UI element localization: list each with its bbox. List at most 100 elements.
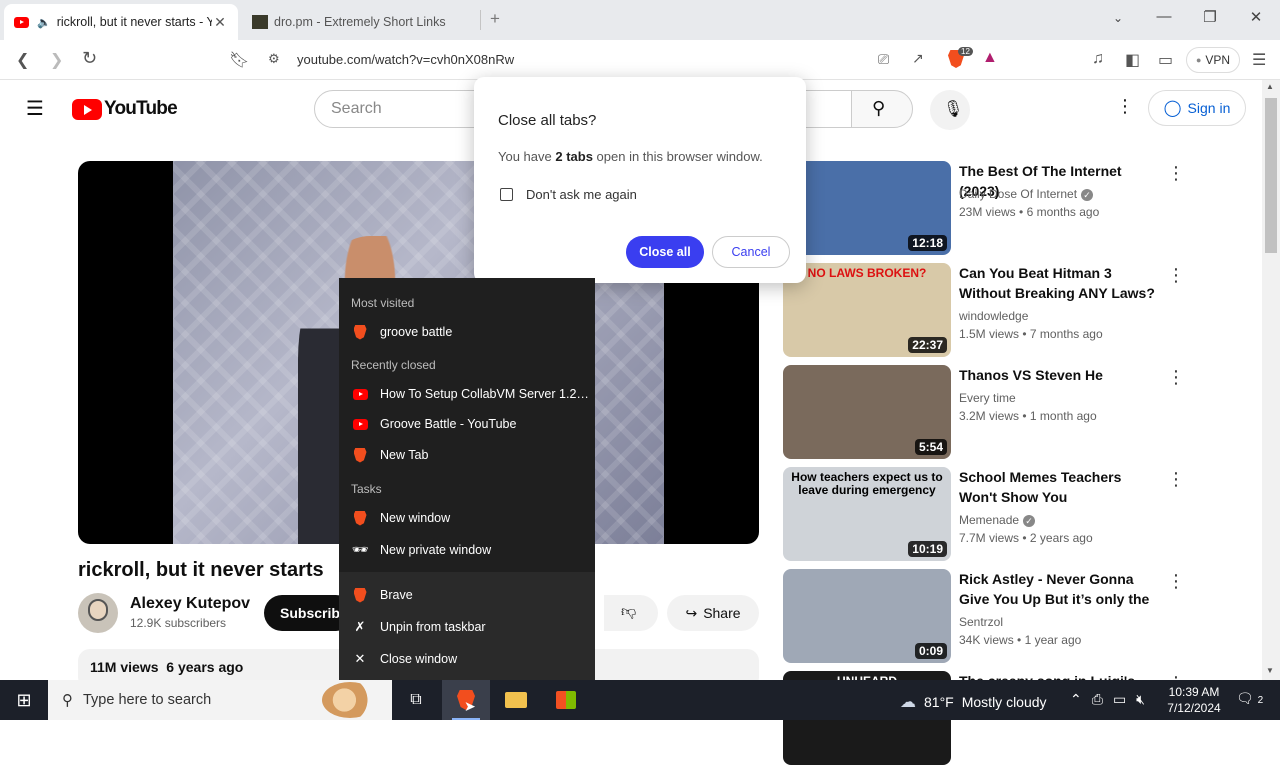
video-thumbnail[interactable]: 5:54 bbox=[783, 365, 951, 459]
app-item-label: Brave bbox=[380, 588, 413, 602]
weather-widget[interactable]: ☁ 81°F Mostly cloudy bbox=[900, 692, 1047, 712]
close-all-button[interactable]: Close all bbox=[626, 236, 704, 268]
dislike-button[interactable]: 👎︎ bbox=[604, 595, 658, 631]
volume-muted-icon[interactable]: 🔇︎ bbox=[1136, 691, 1145, 708]
close-tab-icon[interactable]: ✕ bbox=[212, 14, 228, 31]
verified-icon: ✓ bbox=[1023, 515, 1036, 527]
tab-search-chevron-icon[interactable]: ⌄ bbox=[1098, 11, 1138, 25]
recommendation-channel[interactable]: windowledge bbox=[959, 309, 1028, 323]
recommendation-card[interactable]: 5:54 Thanos VS Steven He Every time 3.2M vi… bbox=[783, 365, 1203, 461]
cancel-button[interactable]: Cancel bbox=[712, 236, 790, 268]
recommendation-card[interactable]: 12:18 The Best Of The Internet (2023) Dail… bbox=[783, 161, 1203, 257]
sign-in-button[interactable]: ◯ Sign in bbox=[1148, 90, 1246, 126]
weather-temp: 81°F bbox=[924, 694, 954, 710]
app-brave[interactable]: Brave bbox=[339, 580, 595, 610]
recommendation-title[interactable]: School Memes Teachers Won't Show You bbox=[959, 467, 1161, 507]
audio-playing-icon[interactable]: 🔈 bbox=[37, 16, 51, 29]
dialog-title: Close all tabs? bbox=[498, 112, 597, 129]
dont-ask-label[interactable]: Don't ask me again bbox=[526, 187, 637, 202]
dont-ask-checkbox[interactable] bbox=[500, 188, 513, 201]
wallet-icon[interactable]: ▭ bbox=[1158, 50, 1173, 70]
vpn-label: VPN bbox=[1205, 53, 1231, 67]
reload-icon[interactable]: ↻ bbox=[82, 48, 97, 69]
more-options-icon[interactable]: ⋮ bbox=[1167, 163, 1185, 184]
settings-kebab-icon[interactable]: ⋮ bbox=[1116, 96, 1134, 117]
recommendation-channel[interactable]: Sentrzol bbox=[959, 615, 1003, 629]
taskbar-file-explorer[interactable] bbox=[492, 680, 540, 720]
restore-button[interactable]: ❐ bbox=[1190, 8, 1230, 26]
recommendation-title[interactable]: Rick Astley - Never Gonna Give You Up Bu… bbox=[959, 569, 1161, 609]
more-options-icon[interactable]: ⋮ bbox=[1167, 571, 1185, 592]
brave-rewards-icon[interactable]: ▲ bbox=[982, 49, 998, 67]
page-scrollbar[interactable]: ▲ ▼ bbox=[1262, 80, 1280, 680]
voice-search-button[interactable]: 🎙︎ bbox=[930, 90, 970, 130]
video-thumbnail[interactable]: How teachers expect us to leave during e… bbox=[783, 467, 951, 561]
recommendation-channel[interactable]: Daily Dose Of Internet ✓ bbox=[959, 187, 1094, 201]
task-new-private-window[interactable]: 🕶︎ New private window bbox=[339, 535, 595, 565]
site-settings-icon[interactable]: ⚙︎ bbox=[268, 51, 280, 67]
device-icon[interactable]: ⎙ bbox=[1092, 691, 1103, 708]
recommendation-card[interactable]: How teachers expect us to leave during e… bbox=[783, 467, 1203, 563]
browser-tab-strip: 🔈 rickroll, but it never starts - YouTub… bbox=[0, 0, 1280, 40]
share-button[interactable]: ↪ Share bbox=[667, 595, 759, 631]
rec-views: 3.2M views bbox=[959, 409, 1020, 423]
channel-name[interactable]: Alexey Kutepov bbox=[130, 595, 250, 613]
chevron-up-icon[interactable]: ⌃ bbox=[1070, 691, 1082, 708]
new-tab-button[interactable]: + bbox=[490, 9, 500, 29]
network-icon[interactable]: ▭ bbox=[1113, 691, 1126, 708]
app-close-window[interactable]: ✕ Close window bbox=[339, 644, 595, 674]
notifications-button[interactable]: 🗨︎ 2 bbox=[1236, 690, 1263, 707]
bookmark-icon[interactable]: 🔖︎ bbox=[229, 50, 249, 70]
media-icon[interactable]: ♫ bbox=[1092, 50, 1104, 68]
vpn-button[interactable]: ● VPN bbox=[1186, 47, 1240, 73]
taskbar-search-input[interactable]: ⚲ Type here to search bbox=[48, 680, 392, 720]
channel-label: Memenade bbox=[959, 513, 1020, 527]
scroll-down-icon[interactable]: ▼ bbox=[1266, 666, 1274, 675]
jump-item-new-tab[interactable]: New Tab bbox=[339, 440, 595, 470]
video-thumbnail[interactable]: 0:09 bbox=[783, 569, 951, 663]
more-options-icon[interactable]: ⋮ bbox=[1167, 265, 1185, 286]
task-new-window[interactable]: New window bbox=[339, 503, 595, 533]
channel-avatar[interactable] bbox=[78, 593, 118, 633]
youtube-logo[interactable]: YouTube bbox=[72, 98, 178, 120]
rec-views: 1.5M views bbox=[959, 327, 1020, 341]
minimize-button[interactable]: — bbox=[1144, 8, 1184, 25]
scroll-thumb[interactable] bbox=[1265, 98, 1277, 253]
app-unpin-from-taskbar[interactable]: ✗ Unpin from taskbar bbox=[339, 612, 595, 642]
tab-rickroll[interactable]: 🔈 rickroll, but it never starts - YouTub… bbox=[4, 4, 238, 40]
more-options-icon[interactable]: ⋮ bbox=[1167, 367, 1185, 388]
jump-item-groove-battle-youtube[interactable]: Groove Battle - YouTube bbox=[339, 409, 595, 439]
task-view-button[interactable]: ⧉ bbox=[392, 680, 440, 720]
video-thumbnail[interactable]: NO LAWS BROKEN? 22:37 bbox=[783, 263, 951, 357]
recommendation-channel[interactable]: Every time bbox=[959, 391, 1016, 405]
forward-icon[interactable]: ❯ bbox=[50, 50, 63, 70]
hamburger-icon[interactable]: ☰ bbox=[26, 96, 44, 121]
sidebar-icon[interactable]: ◧ bbox=[1125, 50, 1140, 70]
recommendation-card[interactable]: NO LAWS BROKEN? 22:37 Can You Beat Hitman … bbox=[783, 263, 1203, 359]
video-thumbnail[interactable]: 12:18 bbox=[783, 161, 951, 255]
taskbar-brave[interactable]: ➤ bbox=[442, 680, 490, 720]
clock[interactable]: 10:39 AM 7/12/2024 bbox=[1164, 684, 1224, 716]
back-icon[interactable]: ❮ bbox=[16, 50, 29, 70]
jump-item-label: groove battle bbox=[380, 325, 453, 339]
jump-item-groove-battle[interactable]: groove battle bbox=[339, 317, 595, 347]
share-page-icon[interactable]: ↗ bbox=[912, 50, 924, 67]
recommendation-card[interactable]: 0:09 Rick Astley - Never Gonna Give You U… bbox=[783, 569, 1203, 665]
scroll-up-icon[interactable]: ▲ bbox=[1266, 82, 1274, 91]
recommendation-channel[interactable]: Memenade ✓ bbox=[959, 513, 1036, 527]
more-options-icon[interactable]: ⋮ bbox=[1167, 469, 1185, 490]
menu-icon[interactable]: ☰ bbox=[1252, 50, 1266, 70]
address-bar[interactable]: ⚙︎ youtube.com/watch?v=cvh0nX08nRw ⎚ ↗ 1… bbox=[258, 45, 1010, 75]
start-button[interactable]: ⊞ bbox=[0, 680, 48, 720]
close-window-button[interactable]: ✕ bbox=[1236, 8, 1276, 26]
taskbar-store[interactable] bbox=[542, 680, 590, 720]
recommendation-title[interactable]: Can You Beat Hitman 3 Without Breaking A… bbox=[959, 263, 1161, 303]
tasks-header: Tasks bbox=[351, 482, 382, 496]
cast-icon[interactable]: ⎚ bbox=[878, 51, 889, 68]
search-button[interactable]: ⚲ bbox=[851, 90, 913, 128]
channel-label: Daily Dose Of Internet bbox=[959, 187, 1078, 201]
jump-item-collabvm[interactable]: How To Setup CollabVM Server 1.2.10... bbox=[339, 379, 595, 409]
youtube-icon bbox=[352, 418, 368, 430]
tab-dropm[interactable]: dro.pm - Extremely Short Links bbox=[242, 4, 478, 40]
recommendation-title[interactable]: Thanos VS Steven He bbox=[959, 365, 1161, 385]
